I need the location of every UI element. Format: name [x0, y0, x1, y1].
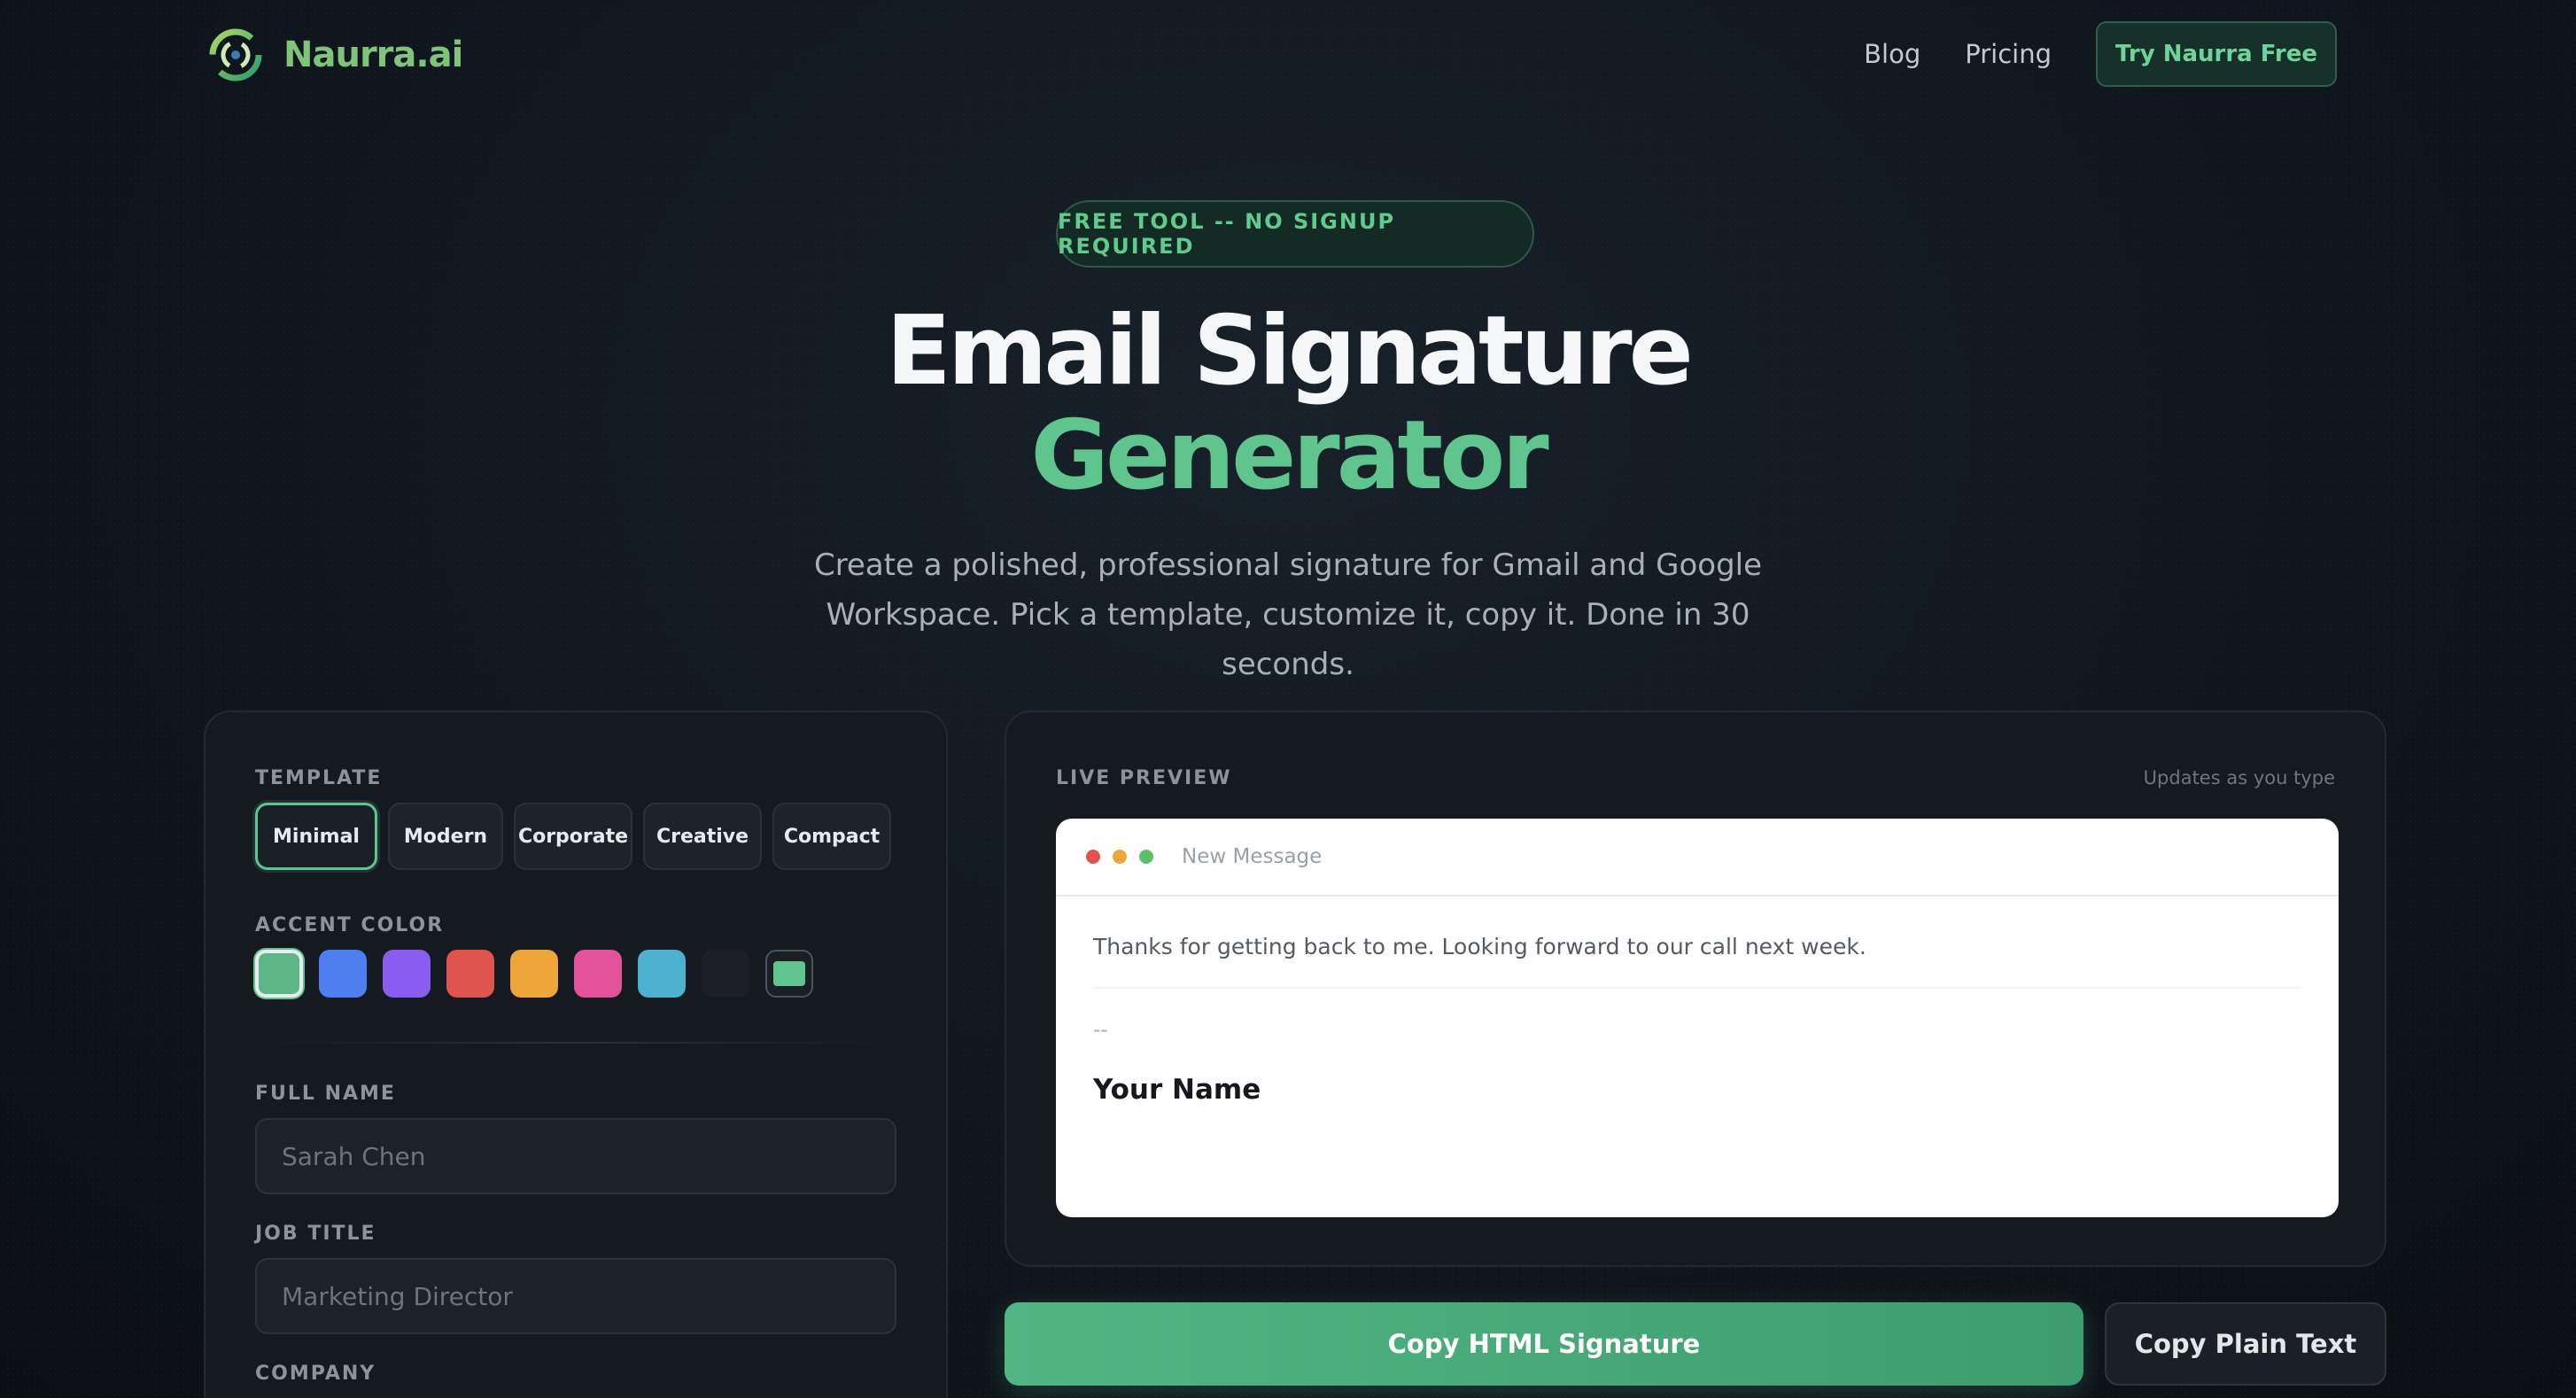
signature-name: Your Name	[1093, 1074, 1261, 1106]
live-preview-panel: LIVE PREVIEW Updates as you type New Mes…	[1005, 711, 2386, 1267]
full-name-input[interactable]	[255, 1118, 896, 1194]
template-corporate-button[interactable]: Corporate	[514, 803, 632, 870]
message-divider	[1093, 987, 2301, 989]
swatch-cyan[interactable]	[638, 950, 686, 998]
swatch-black[interactable]	[702, 950, 749, 998]
custom-color-picker[interactable]	[765, 950, 813, 998]
nav-link-blog[interactable]: Blog	[1864, 39, 1920, 69]
swatch-purple[interactable]	[383, 950, 431, 998]
custom-color-preview	[773, 961, 805, 986]
hero-subtitle: Create a polished, professional signatur…	[813, 548, 1763, 682]
swatch-pink[interactable]	[574, 950, 622, 998]
title-line-1: Email Signature	[886, 296, 1694, 407]
email-window-bar: New Message	[1056, 819, 2339, 897]
template-modern-button[interactable]: Modern	[388, 803, 503, 870]
signature-separator: --	[1093, 1019, 1108, 1042]
template-label: TEMPLATE	[255, 767, 383, 789]
swatch-red[interactable]	[446, 950, 494, 998]
logo[interactable]: Naurra.ai	[207, 27, 463, 83]
full-name-label: FULL NAME	[255, 1083, 396, 1105]
nav-link-pricing[interactable]: Pricing	[1965, 39, 2052, 69]
try-free-button[interactable]: Try Naurra Free	[2096, 21, 2337, 87]
updates-note: Updates as you type	[2143, 767, 2335, 788]
naurra-logo-icon	[209, 28, 262, 82]
swatch-green[interactable]	[255, 950, 303, 998]
live-preview-label: LIVE PREVIEW	[1056, 767, 1232, 789]
page-title: Email Signature Generator	[0, 299, 2576, 509]
job-title-label: JOB TITLE	[255, 1223, 376, 1245]
free-tool-badge: FREE TOOL -- NO SIGNUP REQUIRED	[1056, 200, 1534, 268]
template-selector: Minimal Modern Corporate Creative Compac…	[255, 803, 891, 870]
copy-html-button[interactable]: Copy HTML Signature	[1005, 1302, 2083, 1386]
template-minimal-button[interactable]: Minimal	[255, 803, 377, 870]
copy-plain-text-button[interactable]: Copy Plain Text	[2105, 1302, 2386, 1386]
nav-links: Blog Pricing Try Naurra Free	[1864, 21, 2337, 87]
brand-name: Naurra.ai	[283, 35, 463, 75]
message-body: Thanks for getting back to me. Looking f…	[1093, 934, 1866, 959]
window-maximize-dot	[1139, 850, 1153, 864]
job-title-input[interactable]	[255, 1258, 896, 1334]
template-creative-button[interactable]: Creative	[643, 803, 762, 870]
top-nav: Naurra.ai Blog Pricing Try Naurra Free	[0, 0, 2576, 106]
template-compact-button[interactable]: Compact	[772, 803, 891, 870]
company-label: COMPANY	[255, 1363, 376, 1385]
signature-form-panel: TEMPLATE Minimal Modern Corporate Creati…	[204, 711, 948, 1398]
email-preview-card: New Message Thanks for getting back to m…	[1056, 819, 2339, 1217]
accent-color-label: ACCENT COLOR	[255, 914, 445, 936]
divider	[255, 1042, 896, 1044]
swatch-orange[interactable]	[510, 950, 558, 998]
window-close-dot	[1086, 850, 1100, 864]
swatch-blue[interactable]	[319, 950, 367, 998]
window-minimize-dot	[1113, 850, 1127, 864]
title-line-2: Generator	[1030, 400, 1548, 511]
page: Naurra.ai Blog Pricing Try Naurra Free F…	[0, 0, 2576, 1398]
accent-color-swatches	[255, 950, 813, 998]
window-title: New Message	[1182, 845, 1323, 868]
